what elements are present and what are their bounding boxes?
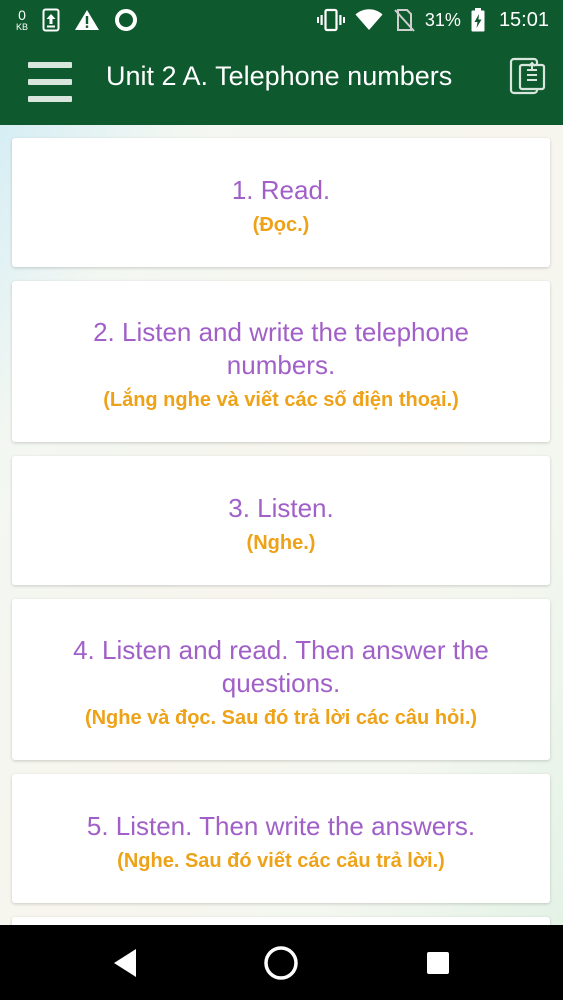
document-icon[interactable] <box>509 56 547 96</box>
lesson-list: 1. Read. (Đọc.) 2. Listen and write the … <box>0 125 563 925</box>
lesson-title: 3. Listen. <box>228 493 334 523</box>
lesson-subtitle: (Đọc.) <box>252 214 310 236</box>
menu-line <box>28 79 72 85</box>
recent-apps-icon[interactable] <box>418 943 458 983</box>
status-bar-left: 0 KB <box>16 6 138 34</box>
lesson-card-2[interactable]: 2. Listen and write the telephone number… <box>12 281 550 442</box>
warning-icon <box>75 10 100 30</box>
data-usage-value: 0 <box>18 7 26 23</box>
clock-time: 15:01 <box>498 8 549 31</box>
status-bar: 0 KB 31% 15:01 <box>0 0 563 40</box>
page-title: Unit 2 A. Telephone numbers <box>106 61 453 91</box>
data-usage-unit: KB <box>16 22 29 32</box>
lesson-title: 5. Listen. Then write the answers. <box>86 811 476 841</box>
lesson-card-5[interactable]: 5. Listen. Then write the answers. (Nghe… <box>12 774 550 903</box>
lesson-card-partial[interactable] <box>12 917 550 925</box>
app-bar: Unit 2 A. Telephone numbers <box>0 40 563 125</box>
upload-icon <box>42 8 60 32</box>
battery-charging-icon <box>471 8 485 32</box>
home-icon[interactable] <box>261 943 301 983</box>
hamburger-menu-icon[interactable] <box>28 62 72 102</box>
menu-line <box>28 62 72 68</box>
lesson-subtitle: (Nghe và đọc. Sau đó trả lời các câu hỏi… <box>84 707 478 729</box>
battery-percentage: 31% <box>424 9 461 30</box>
back-icon[interactable] <box>104 943 144 983</box>
lesson-card-1[interactable]: 1. Read. (Đọc.) <box>12 138 550 267</box>
vibrate-icon <box>316 8 345 32</box>
lesson-title: 4. Listen and read. Then answer the ques… <box>73 635 489 698</box>
navigation-bar <box>0 925 563 1000</box>
lesson-subtitle: (Lắng nghe và viết các số điện thoại.) <box>103 389 459 411</box>
circle-app-icon <box>115 9 138 31</box>
lesson-subtitle: (Nghe. Sau đó viết các câu trả lời.) <box>117 850 445 872</box>
status-bar-right: 31% 15:01 <box>316 6 549 34</box>
lesson-subtitle: (Nghe.) <box>246 532 316 554</box>
wifi-icon <box>355 9 383 30</box>
menu-line <box>28 96 72 102</box>
data-usage-indicator: 0 KB <box>16 8 28 32</box>
no-sim-icon <box>394 9 415 32</box>
lesson-title: 2. Listen and write the telephone number… <box>93 317 469 380</box>
lesson-card-3[interactable]: 3. Listen. (Nghe.) <box>12 456 550 585</box>
lesson-title: 1. Read. <box>231 175 331 205</box>
lesson-card-4[interactable]: 4. Listen and read. Then answer the ques… <box>12 599 550 760</box>
